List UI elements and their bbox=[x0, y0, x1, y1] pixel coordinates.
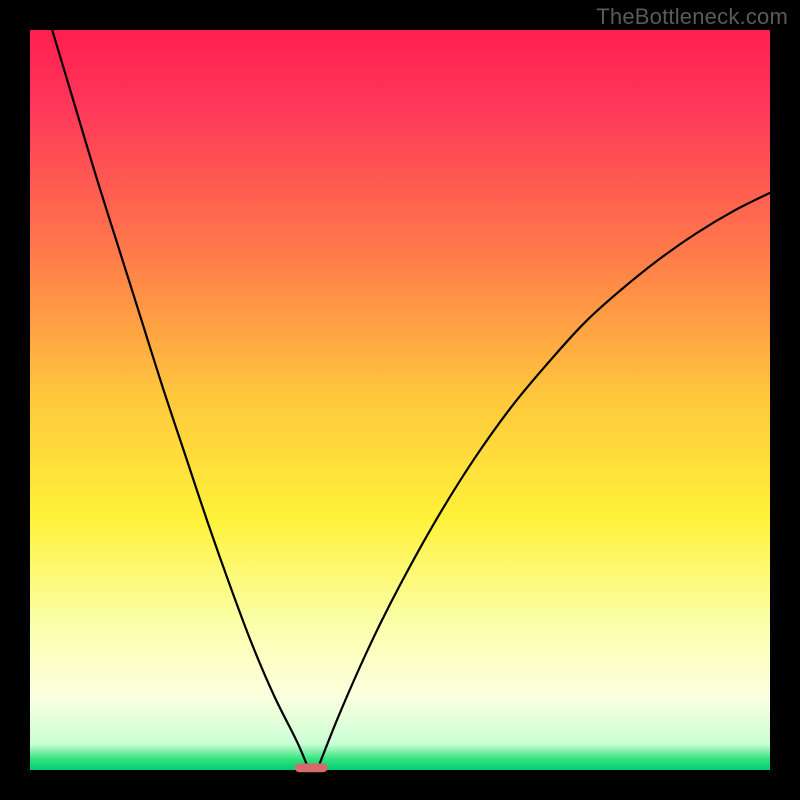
notch-marker bbox=[295, 763, 328, 772]
watermark-text: TheBottleneck.com bbox=[596, 4, 788, 30]
bottleneck-chart bbox=[0, 0, 800, 800]
plot-background bbox=[30, 30, 770, 770]
chart-frame: TheBottleneck.com bbox=[0, 0, 800, 800]
